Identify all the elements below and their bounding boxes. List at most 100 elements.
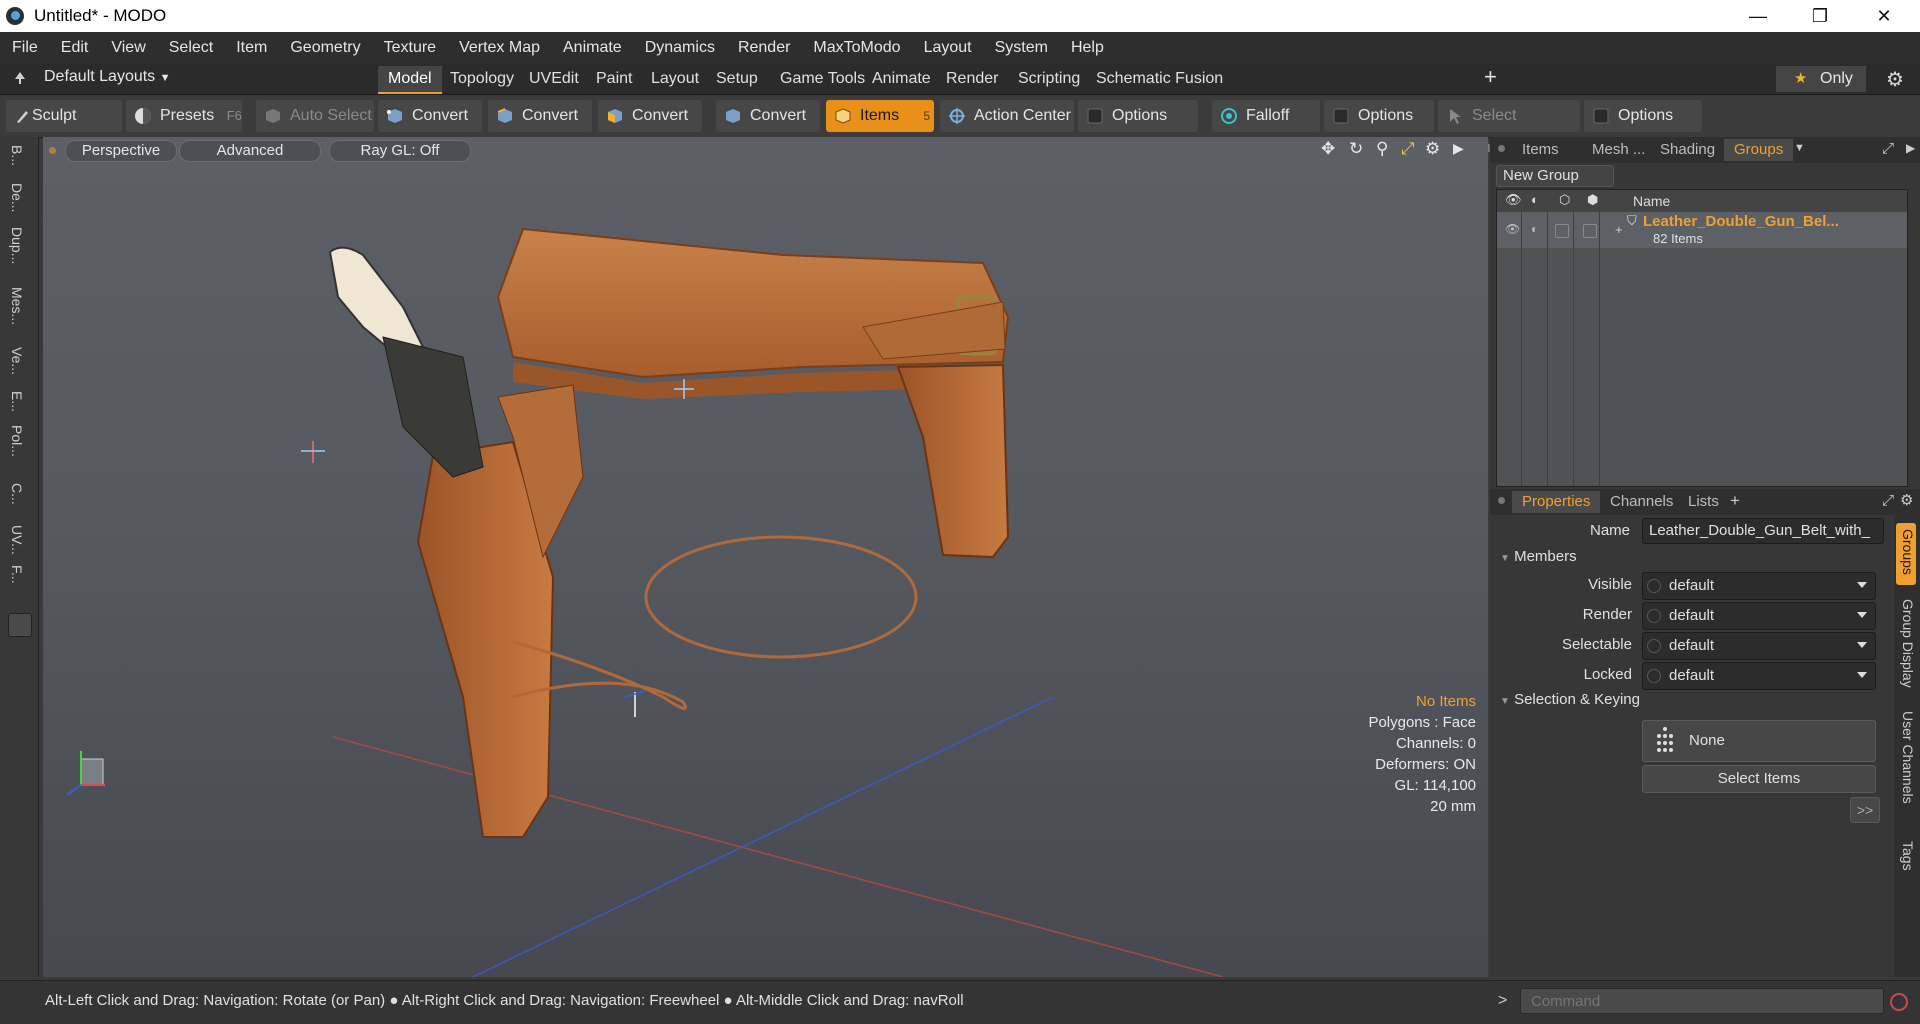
side-tab-user-channels[interactable]: User Channels: [1900, 711, 1916, 804]
left-tab-deform[interactable]: De...: [9, 183, 25, 213]
tab-animate[interactable]: Animate: [862, 66, 941, 92]
tab-mesh[interactable]: Mesh ...: [1582, 139, 1655, 161]
tab-schematic-fusion[interactable]: Schematic Fusion: [1086, 66, 1233, 92]
convert-items-button[interactable]: Convert: [716, 100, 820, 132]
tab-groups[interactable]: Groups: [1724, 139, 1794, 161]
convert-vertices-button[interactable]: Convert: [378, 100, 482, 132]
tab-render[interactable]: Render: [936, 66, 1008, 92]
render-icon[interactable]: ◐: [1531, 192, 1539, 207]
maximize-button[interactable]: ❐: [1792, 0, 1848, 32]
strip-toggle-button[interactable]: [8, 613, 32, 637]
tab-setup[interactable]: Setup: [706, 66, 768, 92]
menu-render[interactable]: Render: [726, 39, 801, 57]
tab-properties[interactable]: Properties: [1512, 491, 1601, 513]
options-button-1[interactable]: Options: [1078, 100, 1198, 132]
menu-texture[interactable]: Texture: [372, 39, 447, 57]
name-field[interactable]: Leather_Double_Gun_Belt_with_: [1642, 518, 1884, 544]
panel-menu-icon[interactable]: ▶: [1906, 141, 1915, 155]
minimize-button[interactable]: —: [1730, 0, 1786, 32]
tabs-dropdown-icon[interactable]: ▼: [1794, 142, 1805, 154]
record-icon[interactable]: [1890, 993, 1908, 1011]
new-group-button[interactable]: New Group: [1496, 165, 1614, 187]
menu-file[interactable]: File: [0, 39, 49, 57]
tab-topology[interactable]: Topology: [440, 66, 524, 92]
select-through-button[interactable]: Select Through: [1438, 100, 1580, 156]
tab-shading[interactable]: Shading: [1650, 139, 1725, 161]
panel-gear-icon[interactable]: ⚙: [1900, 491, 1913, 509]
3d-viewport[interactable]: Perspective Advanced Ray GL: Off ✥ ↻ ⚲ ⤢…: [43, 137, 1488, 977]
select-icon[interactable]: ⬢: [1587, 192, 1598, 208]
tab-channels[interactable]: Channels: [1600, 491, 1683, 513]
selection-keying-section[interactable]: ▼ Selection & Keying: [1500, 691, 1640, 708]
auto-select-button[interactable]: Auto Select: [256, 100, 374, 132]
tab-game-tools[interactable]: Game Tools: [770, 66, 875, 92]
convert-edges-button[interactable]: Convert: [488, 100, 592, 132]
sculpt-button[interactable]: Sculpt: [6, 100, 122, 132]
only-button[interactable]: ★ Only: [1776, 66, 1866, 92]
left-tab-edge[interactable]: E...: [9, 391, 25, 412]
tab-items[interactable]: Items: [1512, 139, 1569, 161]
side-tab-group-display[interactable]: Group Display: [1900, 599, 1916, 688]
tab-lists[interactable]: Lists: [1678, 491, 1729, 513]
convert-polygons-button[interactable]: Convert: [598, 100, 702, 132]
eye-icon[interactable]: 👁: [1505, 192, 1522, 208]
visible-dropdown[interactable]: default: [1642, 572, 1876, 600]
items-mode-button[interactable]: Items 5: [826, 100, 934, 132]
row-lock-checkbox[interactable]: [1555, 224, 1569, 238]
tab-uvedit[interactable]: UVEdit: [519, 66, 589, 92]
select-items-button[interactable]: Select Items: [1642, 765, 1876, 793]
members-section[interactable]: ▼ Members: [1500, 548, 1577, 565]
more-button[interactable]: >>: [1850, 797, 1880, 823]
left-tab-duplicate[interactable]: Dup...: [9, 227, 25, 264]
presets-button[interactable]: Presets F6: [126, 100, 242, 132]
left-tab-vertex[interactable]: Ve...: [9, 347, 25, 375]
left-tab-fusion[interactable]: F...: [9, 565, 25, 584]
side-tab-tags[interactable]: Tags: [1900, 841, 1916, 871]
side-tab-groups[interactable]: Groups: [1900, 529, 1916, 575]
menu-edit[interactable]: Edit: [49, 39, 100, 57]
expand-icon[interactable]: ⤢: [1882, 140, 1894, 157]
row-select-checkbox[interactable]: [1583, 224, 1597, 238]
options-button-3[interactable]: Options: [1584, 100, 1702, 132]
menu-select[interactable]: Select: [157, 39, 224, 57]
selectable-dropdown[interactable]: default: [1642, 632, 1876, 660]
menu-system[interactable]: System: [983, 39, 1059, 57]
layouts-dropdown[interactable]: Default Layouts ▼: [44, 68, 171, 86]
menu-layout[interactable]: Layout: [912, 39, 983, 57]
row-eye-icon[interactable]: 👁: [1505, 222, 1520, 236]
left-tab-curve[interactable]: C...: [9, 483, 25, 505]
lock-icon[interactable]: ⬡: [1559, 192, 1570, 208]
menu-dynamics[interactable]: Dynamics: [633, 39, 726, 57]
add-tab-button[interactable]: +: [1484, 64, 1497, 90]
menu-geometry[interactable]: Geometry: [278, 39, 371, 57]
pin-icon[interactable]: [12, 70, 28, 86]
groups-list[interactable]: 👁 ◐ ⬡ ⬢ Name 👁 ◐ + ⛉ Leather_Double_Gun_…: [1496, 189, 1908, 487]
menu-help[interactable]: Help: [1059, 39, 1115, 57]
render-dropdown[interactable]: default: [1642, 602, 1876, 630]
row-render-icon[interactable]: ◐: [1531, 222, 1538, 236]
tab-model[interactable]: Model: [378, 66, 442, 94]
group-row[interactable]: 👁 ◐ + ⛉ Leather_Double_Gun_Bel... 82 Ite…: [1497, 212, 1907, 248]
left-tab-basic[interactable]: B...: [9, 145, 25, 166]
menu-item[interactable]: Item: [224, 39, 278, 57]
none-button[interactable]: None: [1642, 720, 1876, 762]
menu-maxtomodo[interactable]: MaxToModo: [801, 39, 911, 57]
add-panel-tab-button[interactable]: +: [1730, 491, 1740, 511]
gear-icon[interactable]: ⚙: [1886, 67, 1904, 92]
tab-layout[interactable]: Layout: [641, 66, 709, 92]
expand-icon[interactable]: ⤢: [1882, 492, 1894, 509]
tab-paint[interactable]: Paint: [586, 66, 642, 92]
left-tab-mesh[interactable]: Mes...: [9, 287, 25, 325]
command-input[interactable]: [1520, 988, 1884, 1014]
left-tab-uv[interactable]: UV...: [9, 525, 25, 555]
menu-view[interactable]: View: [99, 39, 156, 57]
tab-scripting[interactable]: Scripting: [1008, 66, 1090, 92]
falloff-button[interactable]: Falloff: [1212, 100, 1320, 132]
menu-animate[interactable]: Animate: [551, 39, 633, 57]
menu-vertex-map[interactable]: Vertex Map: [447, 39, 551, 57]
locked-dropdown[interactable]: default: [1642, 662, 1876, 690]
action-center-button[interactable]: Action Center: [940, 100, 1074, 132]
close-button[interactable]: ✕: [1856, 0, 1912, 32]
expand-plus-icon[interactable]: +: [1615, 222, 1623, 237]
options-button-2[interactable]: Options: [1324, 100, 1434, 132]
